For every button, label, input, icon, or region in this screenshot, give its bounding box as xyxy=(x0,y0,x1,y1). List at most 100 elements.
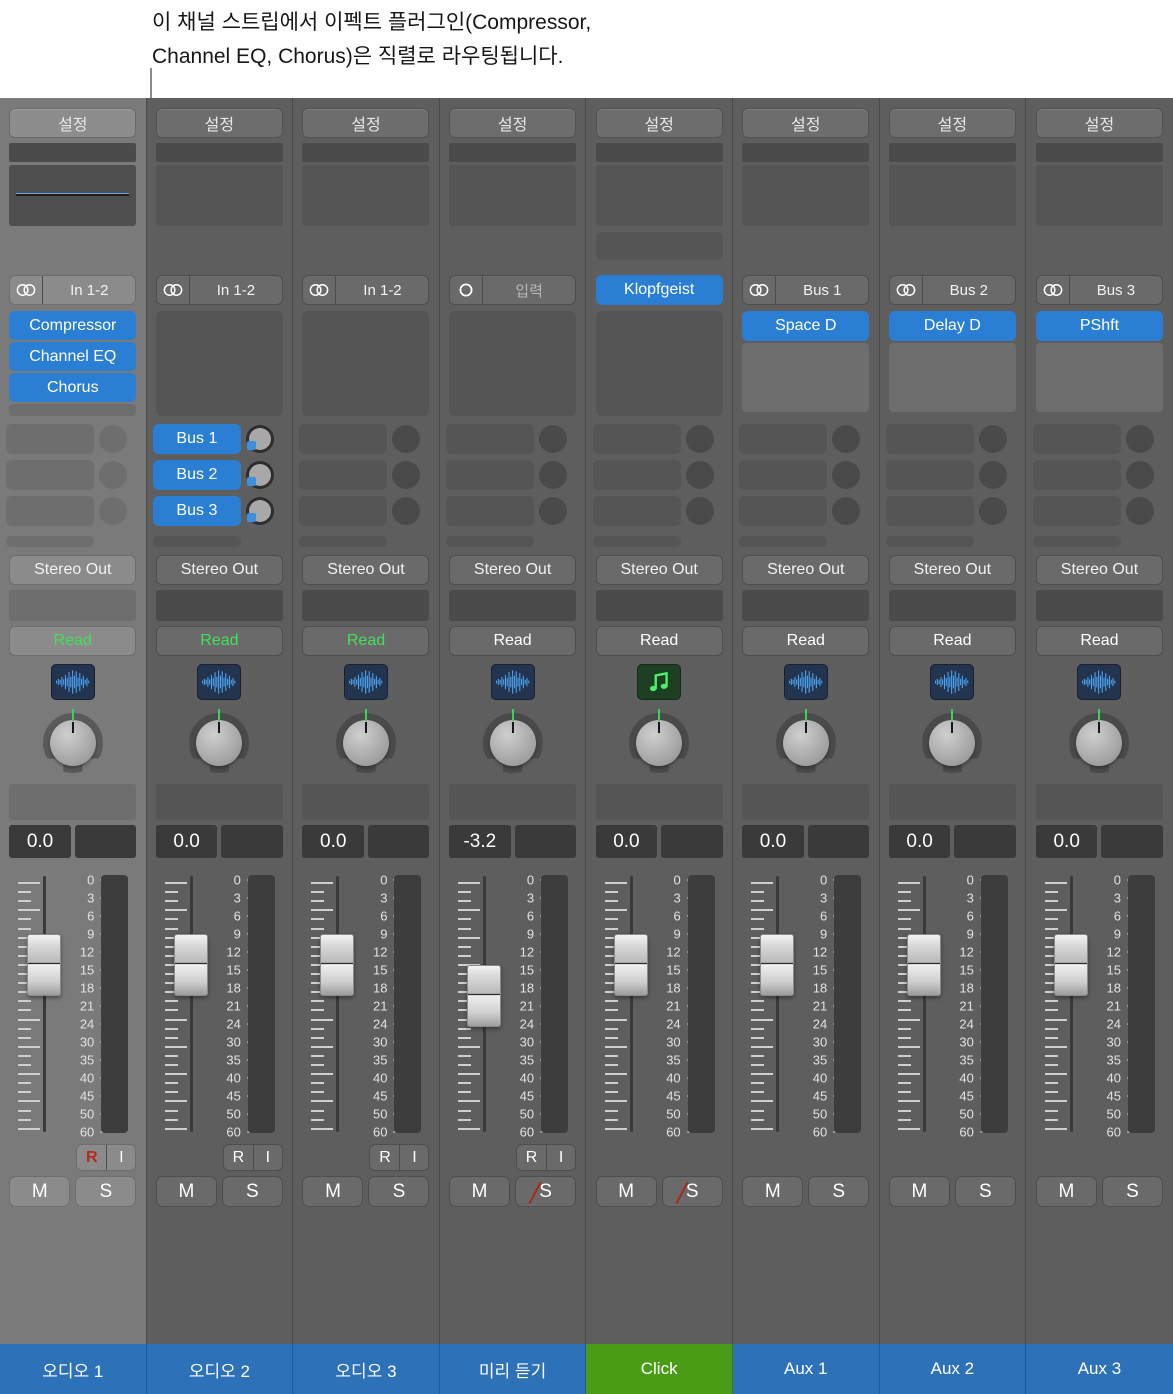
eq-display[interactable] xyxy=(1035,165,1163,226)
audio-waveform-icon[interactable] xyxy=(197,664,242,700)
volume-fader[interactable] xyxy=(27,934,62,997)
audio-waveform-icon[interactable] xyxy=(930,664,975,700)
input-slot[interactable]: 입력 xyxy=(449,275,577,305)
send-footer-slot[interactable] xyxy=(152,536,241,547)
mute-button[interactable]: M xyxy=(888,1176,950,1207)
audio-waveform-icon[interactable] xyxy=(343,664,388,700)
send-level-knob-2[interactable] xyxy=(1125,461,1154,489)
send-level-knob-1[interactable] xyxy=(1125,425,1154,453)
input-monitor-button[interactable]: I xyxy=(546,1145,575,1170)
group-slot[interactable] xyxy=(595,590,723,621)
midi-fx-slot[interactable] xyxy=(595,232,723,260)
settings-button[interactable]: 설정 xyxy=(302,108,430,138)
channel-name-3[interactable]: 오디오 3 xyxy=(293,1344,440,1394)
group-slot[interactable] xyxy=(9,590,137,621)
solo-button[interactable]: S xyxy=(515,1176,577,1207)
channel-strip-5[interactable]: 설정 Klopfgeist Stereo Out Read 0.0 0 3 6 9 12 15 18… xyxy=(586,98,733,1394)
send-slot-2[interactable] xyxy=(6,460,95,490)
channel-name-4[interactable]: 미리 듣기 xyxy=(439,1344,587,1394)
send-level-knob-3[interactable] xyxy=(978,497,1007,525)
settings-button[interactable]: 설정 xyxy=(888,108,1016,138)
channel-name-8[interactable]: Aux 3 xyxy=(1026,1344,1173,1394)
insert-slots[interactable]: PShft xyxy=(1035,311,1163,416)
peak-value[interactable] xyxy=(954,825,1016,858)
send-level-knob-1[interactable] xyxy=(685,425,714,453)
eq-display[interactable] xyxy=(595,165,723,226)
music-note-icon[interactable] xyxy=(637,664,682,700)
send-footer-slot[interactable] xyxy=(739,536,828,547)
settings-button[interactable]: 설정 xyxy=(155,108,283,138)
channel-strip-6[interactable]: 설정 Bus 1 Space D Stereo Out Read 0.0 0 3 6 9 12 15… xyxy=(732,98,880,1394)
audio-waveform-icon[interactable] xyxy=(1077,664,1122,700)
fader-track[interactable] xyxy=(776,876,780,1132)
pan-knob[interactable] xyxy=(478,708,548,778)
insert-empty-area[interactable] xyxy=(888,343,1016,412)
audio-waveform-icon[interactable] xyxy=(490,664,535,700)
input-monitor-button[interactable]: I xyxy=(106,1145,135,1170)
plugin-slot-1[interactable]: PShft xyxy=(1035,311,1163,341)
mute-button[interactable]: M xyxy=(9,1176,71,1207)
input-slot[interactable]: Bus 3 xyxy=(1035,275,1163,305)
automation-mode-button[interactable]: Read xyxy=(302,626,430,656)
instrument-slot-top[interactable] xyxy=(742,143,870,162)
audio-waveform-icon[interactable] xyxy=(783,664,828,700)
settings-button[interactable]: 설정 xyxy=(742,108,870,138)
automation-mode-button[interactable]: Read xyxy=(1035,626,1163,656)
send-slot-3[interactable] xyxy=(446,496,535,526)
send-slot-1[interactable] xyxy=(299,424,388,454)
output-button[interactable]: Stereo Out xyxy=(449,555,577,585)
pan-knob[interactable] xyxy=(917,708,987,778)
solo-button[interactable]: S xyxy=(221,1176,283,1207)
send-slot-3[interactable]: Bus 3 xyxy=(152,496,241,526)
instrument-slot-top[interactable] xyxy=(449,143,577,162)
peak-value[interactable] xyxy=(1101,825,1163,858)
pan-knob[interactable] xyxy=(184,708,254,778)
send-slot-2[interactable]: Bus 2 xyxy=(152,460,241,490)
solo-button[interactable]: S xyxy=(661,1176,723,1207)
insert-slots[interactable] xyxy=(449,311,577,416)
record-enable-button[interactable]: R xyxy=(370,1145,399,1170)
volume-value[interactable]: -3.2 xyxy=(449,825,511,858)
instrument-slot-top[interactable] xyxy=(155,143,283,162)
pan-knob[interactable] xyxy=(1064,708,1134,778)
pan-knob[interactable] xyxy=(38,708,108,778)
metadata-slot[interactable] xyxy=(595,784,723,820)
send-slot-1[interactable] xyxy=(592,424,681,454)
volume-value[interactable]: 0.0 xyxy=(9,825,71,858)
send-slot-2[interactable] xyxy=(739,460,828,490)
fader-track[interactable] xyxy=(1069,876,1073,1132)
fader-track[interactable] xyxy=(922,876,926,1132)
input-monitor-button[interactable]: I xyxy=(252,1145,282,1170)
volume-fader[interactable] xyxy=(906,934,941,997)
send-slot-3[interactable] xyxy=(592,496,681,526)
instrument-slot-top[interactable] xyxy=(9,143,137,162)
send-level-knob-2[interactable] xyxy=(685,461,714,489)
peak-value[interactable] xyxy=(367,825,430,858)
peak-value[interactable] xyxy=(514,825,577,858)
output-button[interactable]: Stereo Out xyxy=(9,555,137,585)
send-slot-2[interactable] xyxy=(446,460,535,490)
peak-value[interactable] xyxy=(74,825,137,858)
send-slot-1[interactable] xyxy=(739,424,828,454)
pan-knob[interactable] xyxy=(771,708,841,778)
peak-value[interactable] xyxy=(807,825,870,858)
metadata-slot[interactable] xyxy=(1035,784,1163,820)
send-level-knob-3[interactable] xyxy=(392,497,421,525)
automation-mode-button[interactable]: Read xyxy=(595,626,723,656)
send-footer-slot[interactable] xyxy=(299,536,388,547)
send-slot-3[interactable] xyxy=(885,496,974,526)
output-button[interactable]: Stereo Out xyxy=(155,555,283,585)
channel-strip-7[interactable]: 설정 Bus 2 Delay D Stereo Out Read 0.0 0 3 6 9 12 15… xyxy=(879,98,1027,1394)
volume-value[interactable]: 0.0 xyxy=(155,825,218,858)
record-enable-button[interactable]: R xyxy=(77,1145,106,1170)
group-slot[interactable] xyxy=(449,590,577,621)
output-button[interactable]: Stereo Out xyxy=(1035,555,1163,585)
send-slot-2[interactable] xyxy=(299,460,388,490)
volume-value[interactable]: 0.0 xyxy=(742,825,804,858)
record-enable-button[interactable]: R xyxy=(517,1145,546,1170)
output-button[interactable]: Stereo Out xyxy=(302,555,430,585)
insert-slots[interactable] xyxy=(595,311,723,416)
insert-slots[interactable] xyxy=(302,311,430,416)
send-footer-slot[interactable] xyxy=(446,536,535,547)
channel-strip-8[interactable]: 설정 Bus 3 PShft Stereo Out Read 0.0 0 3 6 9 12 15 18… xyxy=(1026,98,1173,1394)
